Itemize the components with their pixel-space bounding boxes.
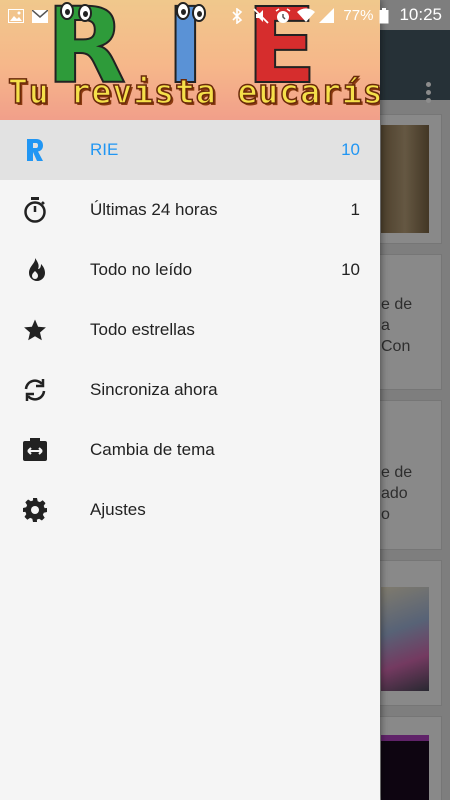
drawer-item-sync-now[interactable]: Sincroniza ahora (0, 360, 380, 420)
drawer-item-settings[interactable]: Ajustes (0, 480, 380, 540)
stopwatch-icon (22, 197, 48, 223)
star-icon (22, 317, 48, 343)
gear-icon (22, 497, 48, 523)
battery-icon (379, 8, 389, 24)
mail-icon (31, 8, 49, 23)
alarm-icon (275, 8, 291, 23)
drawer-item-rie[interactable]: RIE 10 (0, 120, 380, 180)
drawer-item-label: Últimas 24 horas (90, 200, 218, 219)
image-icon (8, 8, 24, 23)
drawer-item-change-theme[interactable]: Cambia de tema (0, 420, 380, 480)
drawer-item-label: Todo estrellas (90, 320, 195, 339)
wifi-icon (297, 8, 316, 22)
rie-logo-icon (22, 137, 48, 163)
theme-swap-icon (22, 437, 48, 463)
drawer-item-label: Ajustes (90, 500, 146, 519)
unread-count: 10 (341, 140, 360, 159)
drawer-item-last-24-hours[interactable]: Últimas 24 horas 1 (0, 180, 380, 240)
signal-icon (319, 8, 335, 23)
navigation-drawer: R I E Tu revista eucarística RIE 10 Últi… (0, 0, 380, 800)
unread-count: 1 (350, 200, 360, 219)
clock: 10:25 (399, 5, 442, 24)
flame-icon (22, 257, 48, 283)
drawer-item-starred[interactable]: Todo estrellas (0, 300, 380, 360)
sync-icon (22, 377, 48, 403)
drawer-item-label: RIE (90, 140, 119, 159)
drawer-item-label: Cambia de tema (90, 440, 215, 459)
mute-icon (253, 8, 270, 24)
drawer-item-all-unread[interactable]: Todo no leído 10 (0, 240, 380, 300)
battery-percentage: 77% (343, 6, 374, 24)
bluetooth-icon (231, 7, 247, 25)
drawer-menu: RIE 10 Últimas 24 horas 1 Todo no leído … (0, 120, 380, 540)
drawer-item-label: Todo no leído (90, 260, 193, 279)
drawer-item-label: Sincroniza ahora (90, 380, 218, 399)
unread-count: 10 (341, 260, 360, 279)
status-bar: 77% 10:25 (0, 0, 450, 30)
drawer-tagline: Tu revista eucarística (7, 71, 380, 112)
